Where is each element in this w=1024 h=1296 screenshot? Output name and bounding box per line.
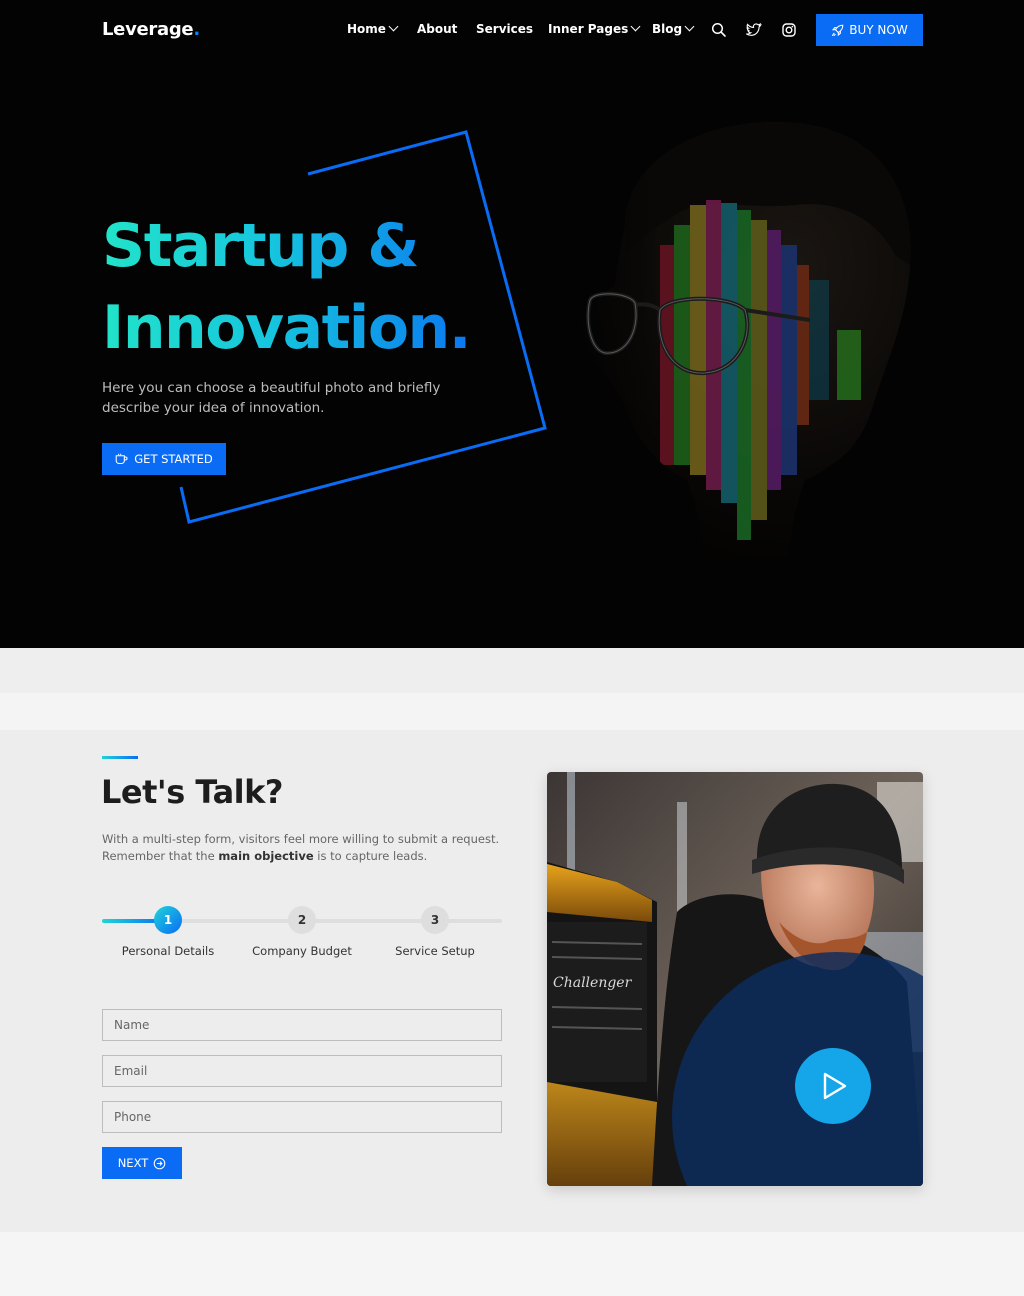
contact-title: Let's Talk? <box>101 773 283 811</box>
buy-now-label: BUY NOW <box>849 23 908 37</box>
hero-section: Leverage. Home About Services Inner Page… <box>0 0 1024 648</box>
name-field[interactable] <box>102 1009 502 1041</box>
multi-step-progress: 1 2 3 Personal Details Company Budget Se… <box>102 906 502 966</box>
step-2-label[interactable]: Company Budget <box>252 944 352 958</box>
nav-blog-label: Blog <box>652 22 683 36</box>
chevron-down-icon <box>684 21 695 32</box>
svg-text:Challenger: Challenger <box>553 975 633 991</box>
next-label: NEXT <box>117 1156 149 1170</box>
video-card: Challenger <box>547 772 923 1186</box>
chevron-down-icon <box>630 21 641 32</box>
contact-description: With a multi-step form, visitors feel mo… <box>102 831 502 865</box>
nav-blog[interactable]: Blog <box>652 21 695 36</box>
twitter-icon[interactable] <box>746 22 762 38</box>
search-icon[interactable] <box>711 22 727 38</box>
hero-portrait-image <box>582 122 911 558</box>
buy-now-button[interactable]: BUY NOW <box>816 14 923 46</box>
hero-title: Startup & Innovation. <box>102 205 470 369</box>
main-navbar: Leverage. Home About Services Inner Page… <box>0 0 1024 60</box>
footer-area <box>0 1232 1024 1296</box>
nav-about[interactable]: About <box>417 22 457 36</box>
brand-name: Leverage <box>102 19 194 40</box>
brand-logo[interactable]: Leverage. <box>102 19 200 40</box>
chevron-down-icon <box>388 21 399 32</box>
desc-part2: is to capture leads. <box>313 849 428 863</box>
play-icon <box>823 1072 847 1100</box>
brand-dot: . <box>193 19 200 40</box>
nav-home[interactable]: Home <box>347 21 399 36</box>
nav-inner-pages[interactable]: Inner Pages <box>548 21 641 36</box>
desc-bold: main objective <box>218 849 314 863</box>
section-accent-line <box>102 756 138 759</box>
coffee-icon <box>115 453 128 464</box>
step-3-indicator[interactable]: 3 <box>421 906 449 934</box>
step-3-label[interactable]: Service Setup <box>395 944 475 958</box>
nav-home-label: Home <box>347 22 386 36</box>
email-field[interactable] <box>102 1055 502 1087</box>
section-divider <box>0 648 1024 693</box>
nav-inner-pages-label: Inner Pages <box>548 22 629 36</box>
phone-field[interactable] <box>102 1101 502 1133</box>
step-1-indicator[interactable]: 1 <box>154 906 182 934</box>
play-video-button[interactable] <box>795 1048 871 1124</box>
rocket-icon <box>832 24 844 36</box>
get-started-button[interactable]: GET STARTED <box>102 443 226 475</box>
hero-title-line1: Startup & <box>102 211 419 281</box>
instagram-icon[interactable] <box>781 22 797 38</box>
next-button[interactable]: NEXT <box>102 1147 182 1179</box>
hero-description: Here you can choose a beautiful photo an… <box>102 380 441 416</box>
arrow-right-circle-icon <box>153 1157 166 1169</box>
video-thumbnail-image: Challenger <box>547 772 923 1186</box>
contact-section: Let's Talk? With a multi-step form, visi… <box>0 730 1024 1232</box>
get-started-label: GET STARTED <box>134 452 213 466</box>
hero-title-line2: Innovation. <box>102 293 471 363</box>
step-1-label[interactable]: Personal Details <box>122 944 214 958</box>
step-2-indicator[interactable]: 2 <box>288 906 316 934</box>
section-divider <box>0 693 1024 730</box>
nav-services[interactable]: Services <box>476 22 533 36</box>
